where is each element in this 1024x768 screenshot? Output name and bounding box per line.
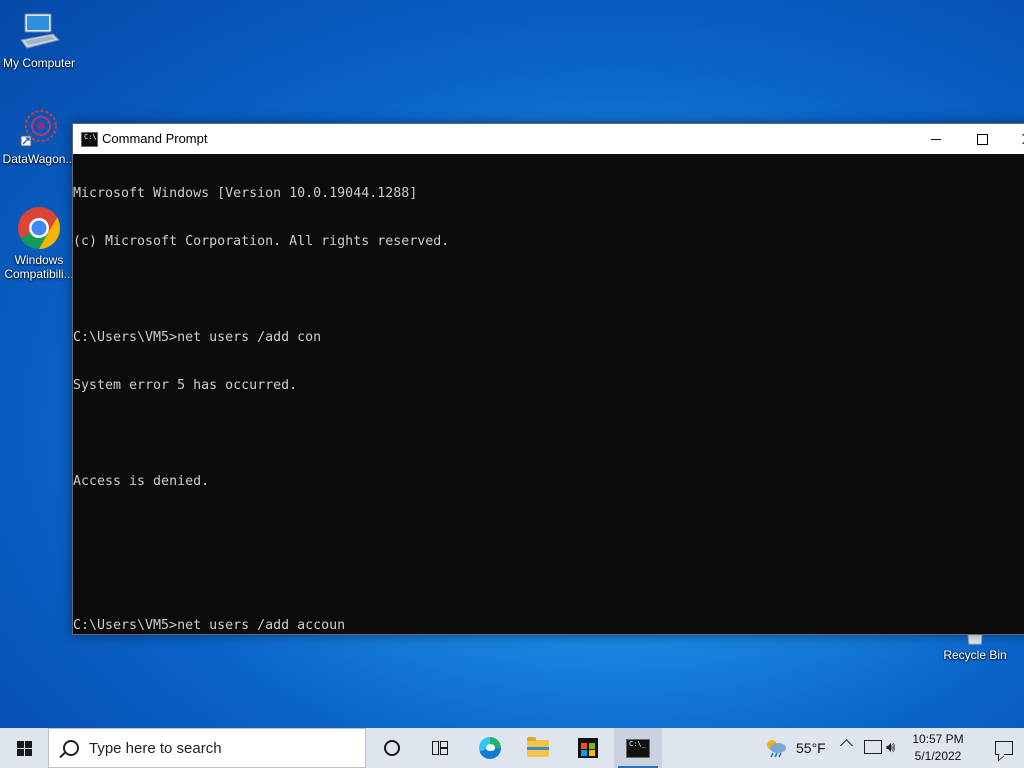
taskbar: Type here to search C:\_ 55°F 🔊︎ 10:57 P… bbox=[0, 728, 1024, 768]
close-button[interactable] bbox=[1005, 124, 1024, 154]
datawagon-icon bbox=[20, 110, 57, 147]
desktop-icon-label: My Computer bbox=[2, 56, 76, 70]
chrome-icon bbox=[18, 207, 61, 250]
task-view-button[interactable] bbox=[416, 728, 464, 768]
desktop-icon-label: DataWagon... bbox=[2, 152, 76, 166]
maximize-icon bbox=[976, 133, 988, 145]
command-prompt-window[interactable]: C:\ Command Prompt Microsoft Windows [Ve… bbox=[72, 123, 1024, 635]
network-icon[interactable] bbox=[864, 740, 882, 754]
file-explorer-taskbar-button[interactable] bbox=[514, 728, 562, 768]
console-input-line[interactable]: C:\Users\VM5>net users /add accoun bbox=[73, 618, 1024, 634]
edge-icon bbox=[479, 737, 501, 759]
task-view-icon bbox=[432, 741, 448, 755]
command-prompt-taskbar-button[interactable]: C:\_ bbox=[614, 728, 662, 768]
minimize-button[interactable] bbox=[913, 124, 959, 154]
start-button[interactable] bbox=[0, 728, 48, 768]
desktop-icon-label: Windows Compatibili... bbox=[4, 253, 74, 281]
command-prompt-icon: C:\_ bbox=[626, 738, 650, 758]
window-title: Command Prompt bbox=[102, 131, 208, 146]
console-output[interactable]: Microsoft Windows [Version 10.0.19044.12… bbox=[73, 154, 1024, 634]
console-line: C:\Users\VM5>net users /add con bbox=[73, 330, 322, 345]
clock-time: 10:57 PM bbox=[912, 732, 964, 746]
command-prompt-icon: C:\ bbox=[81, 132, 98, 147]
file-explorer-icon bbox=[527, 736, 549, 757]
store-taskbar-button[interactable] bbox=[564, 728, 612, 768]
computer-icon bbox=[20, 13, 60, 49]
volume-icon[interactable]: 🔊︎ bbox=[886, 739, 895, 756]
taskbar-search-box[interactable]: Type here to search bbox=[48, 728, 366, 768]
cortana-icon bbox=[384, 740, 400, 756]
edge-taskbar-button[interactable] bbox=[466, 728, 514, 768]
desktop-icon-my-computer[interactable]: My Computer bbox=[1, 10, 77, 70]
clock-date: 5/1/2022 bbox=[914, 749, 962, 763]
cortana-button[interactable] bbox=[368, 728, 416, 768]
window-titlebar[interactable]: C:\ Command Prompt bbox=[73, 124, 1024, 154]
console-line: System error 5 has occurred. bbox=[73, 378, 298, 393]
store-icon bbox=[578, 738, 598, 758]
weather-rain-icon[interactable] bbox=[764, 738, 788, 758]
maximize-button[interactable] bbox=[959, 124, 1005, 154]
windows-logo-icon bbox=[16, 740, 32, 756]
console-line: Access is denied. bbox=[73, 474, 210, 489]
desktop-icon-windows-compatibility[interactable]: Windows Compatibili... bbox=[1, 205, 77, 281]
weather-temperature[interactable]: 55°F bbox=[796, 740, 826, 756]
console-line: (c) Microsoft Corporation. All rights re… bbox=[73, 234, 450, 249]
search-icon bbox=[63, 740, 79, 756]
console-line: Microsoft Windows [Version 10.0.19044.12… bbox=[73, 186, 418, 201]
taskbar-clock[interactable]: 10:57 PM 5/1/2022 bbox=[910, 731, 966, 765]
action-center-button[interactable] bbox=[984, 728, 1024, 768]
minimize-icon bbox=[931, 138, 941, 140]
chevron-up-icon[interactable] bbox=[840, 739, 853, 752]
desktop-icon-datawagon[interactable]: DataWagon... bbox=[1, 106, 77, 166]
notification-icon bbox=[995, 741, 1013, 755]
search-placeholder: Type here to search bbox=[89, 740, 222, 757]
